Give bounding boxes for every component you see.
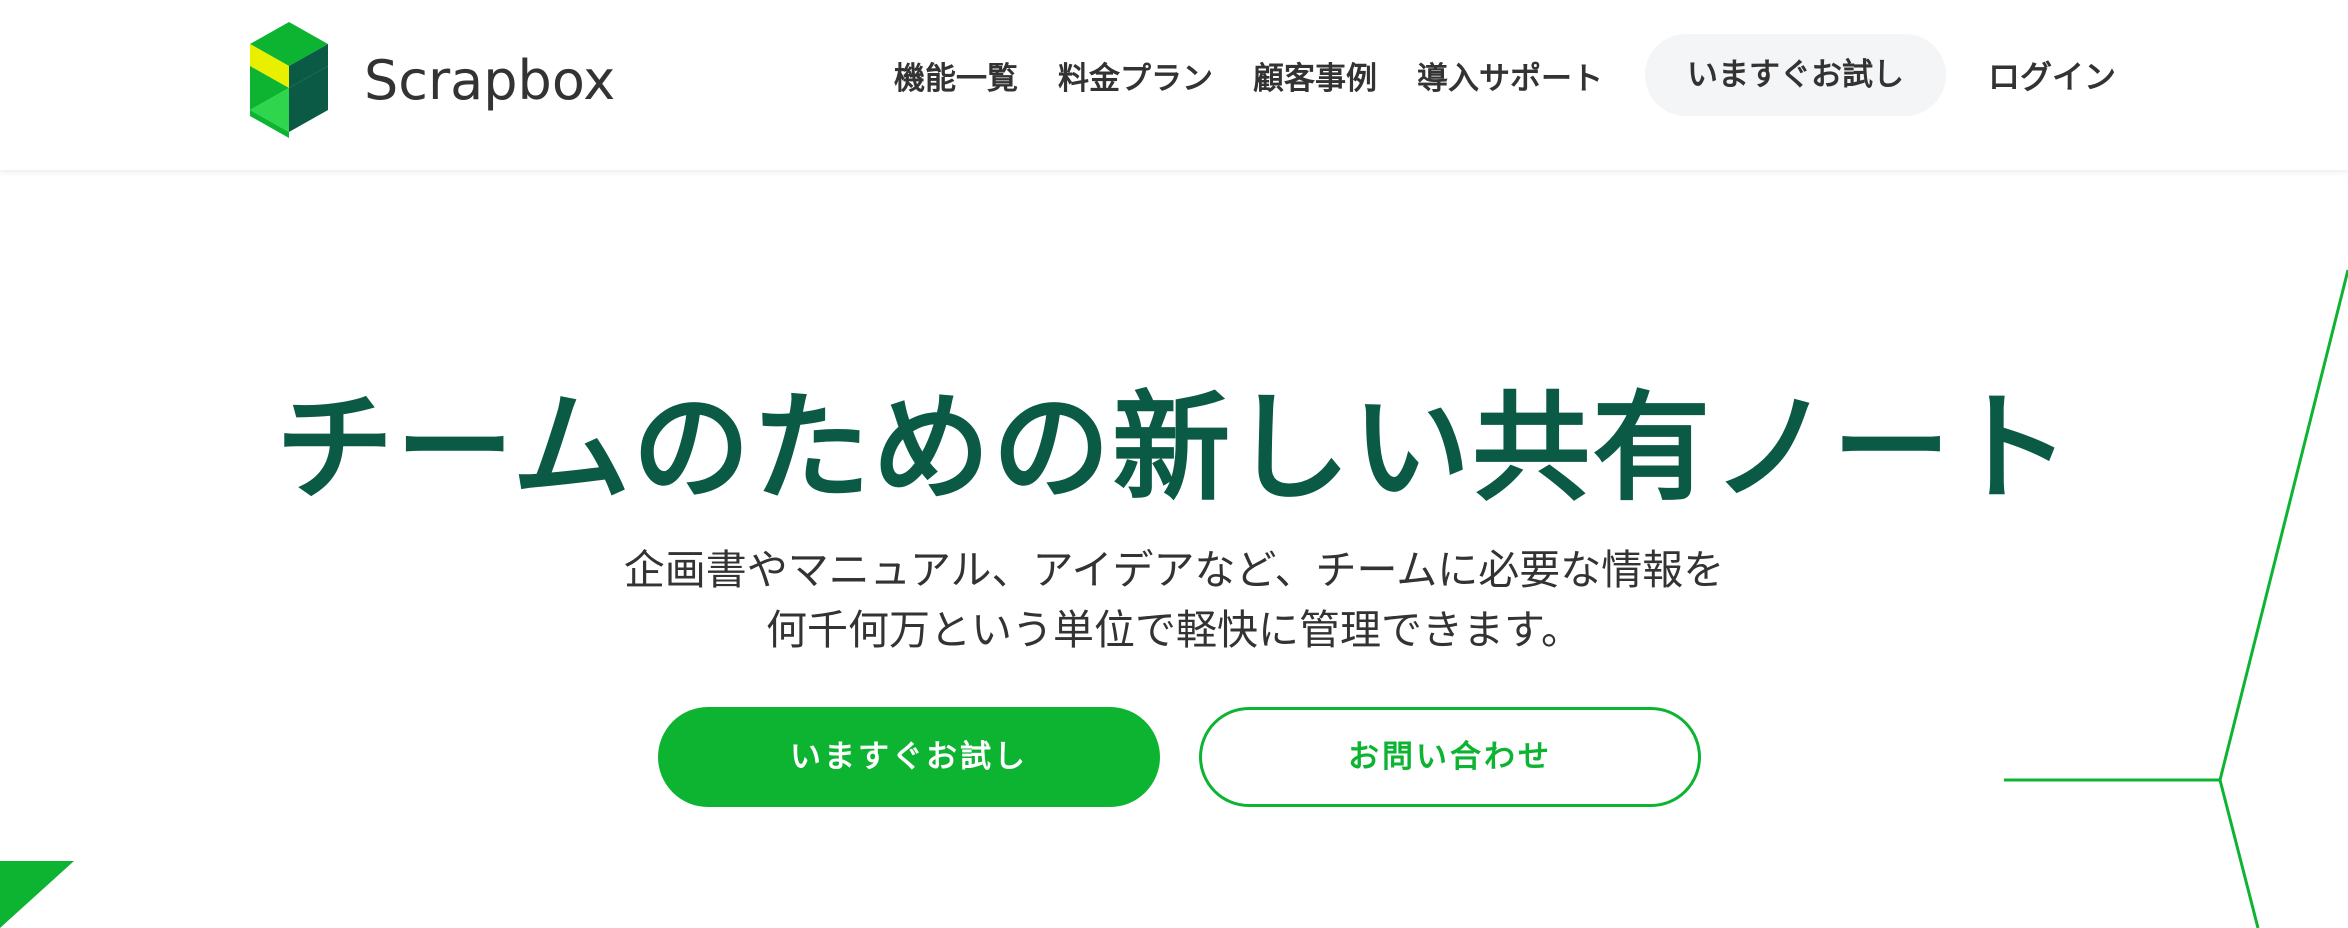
nav-try-now-button[interactable]: いますぐお試し bbox=[1644, 34, 1946, 116]
brand-name: Scrapbox bbox=[364, 48, 616, 112]
contact-button[interactable]: お問い合わせ bbox=[1199, 707, 1701, 807]
hero-title: チームのための新しい共有ノート bbox=[275, 379, 2073, 517]
nav-item-features[interactable]: 機能一覧 bbox=[894, 53, 1018, 98]
page: Scrapbox 機能一覧 料金プラン 顧客事例 導入サポート いますぐお試し … bbox=[0, 0, 2348, 928]
nav-item-support[interactable]: 導入サポート bbox=[1417, 53, 1603, 98]
site-header: Scrapbox 機能一覧 料金プラン 顧客事例 導入サポート いますぐお試し … bbox=[0, 0, 2348, 170]
logo[interactable]: Scrapbox bbox=[250, 22, 615, 138]
try-now-button[interactable]: いますぐお試し bbox=[658, 707, 1160, 807]
hero-subtitle: 企画書やマニュアル、アイデアなど、チームに必要な情報を 何千何万という単位で軽快… bbox=[0, 540, 2348, 660]
nav-login-link[interactable]: ログイン bbox=[1988, 52, 2116, 98]
hero-subtitle-line-1: 企画書やマニュアル、アイデアなど、チームに必要な情報を bbox=[623, 546, 1725, 594]
nav-item-case-studies[interactable]: 顧客事例 bbox=[1253, 53, 1377, 98]
hero-subtitle-line-2: 何千何万という単位で軽快に管理できます。 bbox=[766, 606, 1582, 654]
nav-item-pricing[interactable]: 料金プラン bbox=[1058, 53, 1213, 98]
corner-triangle-decoration bbox=[0, 861, 74, 928]
scrapbox-logo-icon bbox=[250, 22, 328, 138]
main-nav: 機能一覧 料金プラン 顧客事例 導入サポート いますぐお試し ログイン bbox=[854, 34, 2116, 116]
